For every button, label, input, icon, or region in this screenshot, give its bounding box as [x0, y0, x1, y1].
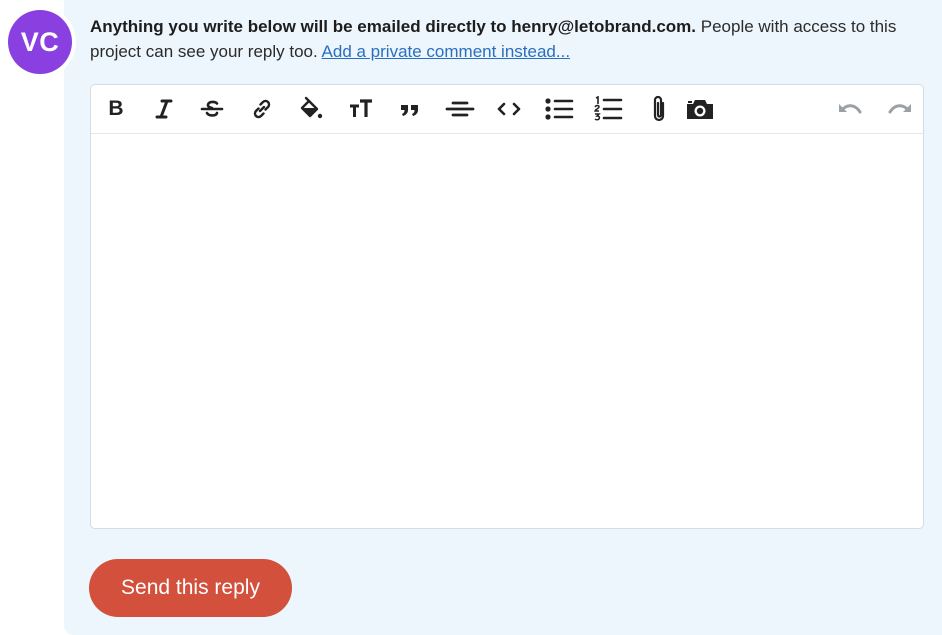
numbered-list-icon: [594, 96, 623, 121]
strikethrough-icon: [200, 100, 224, 117]
code-icon: [497, 102, 521, 116]
bold-icon: B: [108, 97, 124, 120]
editor-body[interactable]: [91, 134, 923, 528]
reply-notice: Anything you write below will be emailed…: [90, 14, 930, 64]
italic-button[interactable]: [149, 94, 179, 124]
undo-icon: [839, 104, 862, 114]
bold-button[interactable]: B: [101, 94, 131, 124]
link-button[interactable]: [247, 94, 277, 124]
link-icon: [253, 99, 271, 119]
heading-button[interactable]: [346, 94, 376, 124]
private-comment-link[interactable]: Add a private comment instead...: [322, 42, 571, 61]
avatar: VC: [8, 10, 72, 74]
camera-button[interactable]: [685, 94, 715, 124]
horizontal-rule-icon: [445, 101, 475, 117]
attachment-icon: [653, 95, 665, 122]
code-button[interactable]: [494, 94, 524, 124]
heading-icon: [350, 99, 372, 117]
undo-button[interactable]: [835, 94, 865, 124]
redo-button[interactable]: [885, 94, 915, 124]
bullet-list-button[interactable]: [544, 94, 574, 124]
editor-toolbar: B: [91, 85, 923, 134]
send-reply-button[interactable]: Send this reply: [89, 559, 292, 617]
notice-email-warning: Anything you write below will be emailed…: [90, 17, 697, 36]
redo-icon: [888, 104, 911, 114]
attachment-button[interactable]: [644, 94, 674, 124]
quote-icon: [401, 105, 418, 116]
strikethrough-button[interactable]: [197, 94, 227, 124]
italic-icon: [155, 99, 173, 119]
highlight-icon: [300, 96, 323, 119]
horizontal-rule-button[interactable]: [445, 94, 475, 124]
rich-text-editor: B: [90, 84, 924, 529]
numbered-list-button[interactable]: [593, 94, 623, 124]
quote-button[interactable]: [395, 94, 425, 124]
highlight-button[interactable]: [296, 94, 326, 124]
camera-icon: [687, 100, 713, 119]
avatar-initials: VC: [20, 26, 60, 57]
bullet-list-icon: [545, 98, 574, 120]
